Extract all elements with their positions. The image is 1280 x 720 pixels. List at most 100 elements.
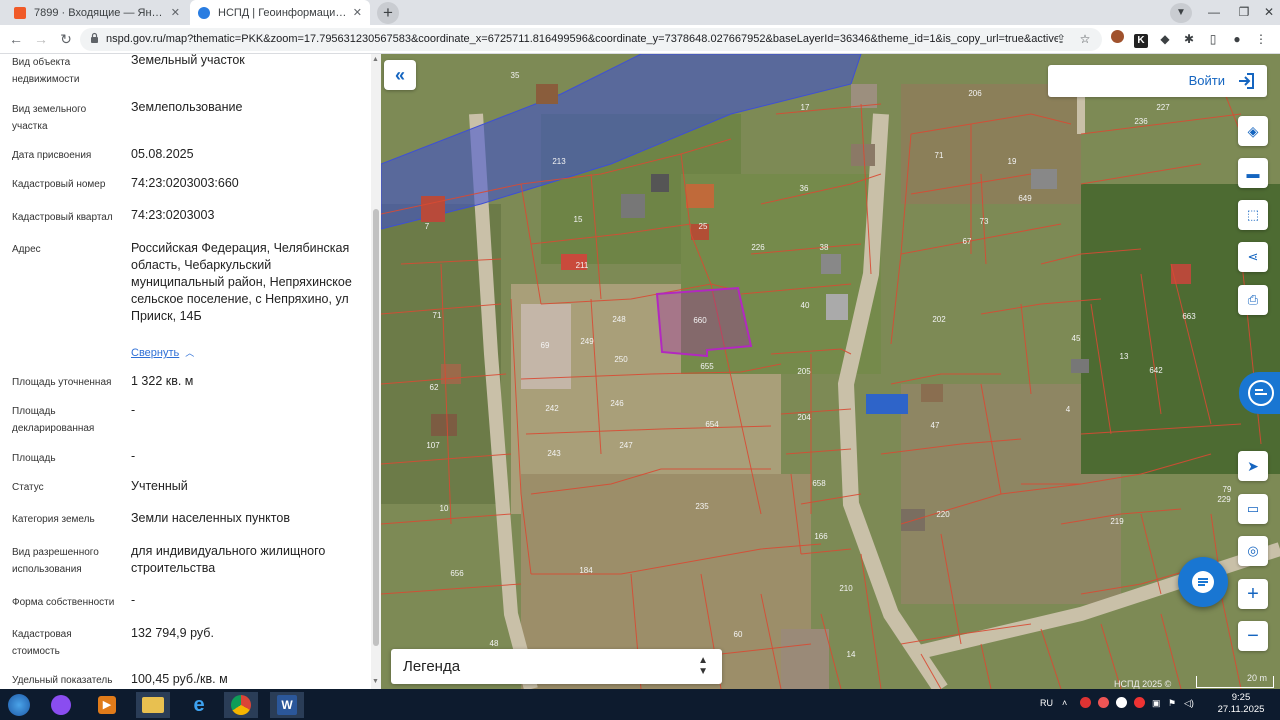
screen-mode-button[interactable]: ▭ [1238, 494, 1268, 524]
collapse-link[interactable]: Свернуть ︿ [131, 346, 194, 359]
parcel-label[interactable]: 227 [1156, 103, 1170, 112]
parcel-label[interactable]: 15 [574, 215, 583, 224]
parcel-label[interactable]: 206 [968, 89, 982, 98]
tab-search-icon[interactable]: ▼ [1170, 3, 1192, 23]
parcel-label[interactable]: 213 [552, 157, 566, 166]
panel-scrollbar[interactable]: ▲ ▼ [371, 54, 381, 689]
locate-button[interactable]: ➤ [1238, 451, 1268, 481]
parcel-label[interactable]: 249 [580, 337, 594, 346]
tray-app-icon[interactable] [1134, 697, 1145, 710]
parcel-label[interactable]: 107 [426, 441, 440, 450]
back-arrow-icon[interactable]: ← [6, 29, 26, 49]
parcel-label[interactable]: 184 [579, 566, 593, 575]
menu-dots-icon[interactable]: ⋮ [1252, 30, 1270, 48]
parcel-label[interactable]: 658 [812, 479, 826, 488]
puzzle-extensions-icon[interactable]: ✱ [1180, 30, 1198, 48]
parcel-label[interactable]: 73 [980, 217, 989, 226]
parcel-label[interactable]: 14 [847, 650, 856, 659]
forward-arrow-icon[interactable]: → [31, 29, 51, 49]
taskbar-app-chrome[interactable] [224, 692, 258, 718]
tab-nspd[interactable]: НСПД | Геоинформационный портал ✕ [190, 0, 370, 25]
taskbar-app-media[interactable]: ▶ [90, 692, 124, 718]
tray-app-icon[interactable] [1080, 697, 1091, 710]
parcel-label[interactable]: 45 [1072, 334, 1081, 343]
windows-start-button[interactable] [2, 692, 36, 718]
volume-icon[interactable]: ◁) [1184, 698, 1194, 709]
parcel-label[interactable]: 246 [610, 399, 624, 408]
parcel-label[interactable]: 210 [839, 584, 853, 593]
parcel-label[interactable]: 242 [545, 404, 559, 413]
parcel-label[interactable]: 166 [814, 532, 828, 541]
parcel-label[interactable]: 38 [820, 243, 829, 252]
parcel-label[interactable]: 71 [935, 151, 944, 160]
ruler-button[interactable]: ▬ [1238, 158, 1268, 188]
language-indicator[interactable]: RU [1040, 698, 1053, 708]
parcel-label[interactable]: 248 [612, 315, 626, 324]
selected-parcel-label[interactable]: 660 [693, 316, 707, 325]
parcel-label[interactable]: 47 [931, 421, 940, 430]
select-area-button[interactable]: ⬚ [1238, 200, 1268, 230]
parcel-label[interactable]: 7 [425, 222, 430, 231]
network-icon[interactable]: ▣ [1152, 698, 1161, 709]
parcel-label[interactable]: 654 [705, 420, 719, 429]
scroll-down-icon[interactable]: ▼ [372, 678, 379, 685]
share-button[interactable]: ⋖ [1238, 242, 1268, 272]
parcel-label[interactable]: 48 [490, 639, 499, 648]
parcel-label[interactable]: 226 [751, 243, 765, 252]
share-icon[interactable]: ⇪ [1052, 30, 1070, 48]
parcel-label[interactable]: 642 [1149, 366, 1163, 375]
parcel-label[interactable]: 236 [1134, 117, 1148, 126]
parcel-label[interactable]: 40 [801, 301, 810, 310]
parcel-label[interactable]: 60 [734, 630, 743, 639]
bookmark-star-icon[interactable]: ☆ [1076, 30, 1094, 48]
tray-app-icon[interactable] [1098, 697, 1109, 710]
parcel-label[interactable]: 79 [1223, 485, 1232, 494]
chat-button[interactable] [1178, 557, 1228, 607]
parcel-label[interactable]: 25 [699, 222, 708, 231]
k-extension-icon[interactable]: K [1132, 30, 1150, 48]
parcel-label[interactable]: 10 [440, 504, 449, 513]
tab-mail[interactable]: 7899 · Входящие — Яндекс Почта ✕ [6, 0, 188, 25]
parcel-label[interactable]: 204 [797, 413, 811, 422]
parcel-label[interactable]: 69 [541, 341, 550, 350]
profile-icon[interactable]: ● [1228, 30, 1246, 48]
print-button[interactable]: ⎙ [1238, 285, 1268, 315]
tray-arrow-icon[interactable]: ˄ [1062, 698, 1067, 708]
taskbar-app-alice[interactable] [44, 692, 78, 718]
legend-dropdown[interactable]: Легенда ▲ ▼ [391, 649, 722, 684]
side-panel-icon[interactable]: ▯ [1204, 30, 1222, 48]
taskbar-app-word[interactable]: W [270, 692, 304, 718]
scrollbar-thumb[interactable] [373, 209, 379, 646]
scroll-up-icon[interactable]: ▲ [372, 56, 379, 63]
parcel-label[interactable]: 229 [1217, 495, 1231, 504]
parcel-label[interactable]: 36 [800, 184, 809, 193]
parcel-label[interactable]: 202 [932, 315, 946, 324]
parcel-label[interactable]: 656 [450, 569, 464, 578]
assistant-side-tab[interactable] [1239, 372, 1280, 414]
taskbar-clock[interactable]: 9:25 27.11.2025 [1210, 692, 1272, 716]
parcel-label[interactable]: 219 [1110, 517, 1124, 526]
map-view[interactable]: 35 17 206 227 236 213 71 19 15 36 649 67 73 25 226 38 21… [381, 54, 1280, 689]
flag-icon[interactable]: ⚑ [1168, 698, 1176, 709]
parcel-label[interactable]: 211 [576, 261, 589, 270]
new-tab-button[interactable]: + [377, 2, 399, 24]
parcel-label[interactable]: 62 [430, 383, 439, 392]
layers-button[interactable]: ◈ [1238, 116, 1268, 146]
tray-app-icon[interactable] [1116, 697, 1127, 710]
parcel-label[interactable]: 655 [700, 362, 714, 371]
parcel-label[interactable]: 4 [1066, 405, 1071, 414]
zoom-in-button[interactable]: + [1238, 579, 1268, 609]
extension-avatar-icon[interactable] [1108, 30, 1126, 48]
reload-icon[interactable]: ↻ [56, 29, 76, 49]
taskbar-app-ie[interactable]: e [182, 692, 216, 718]
parcel-label[interactable]: 235 [695, 502, 709, 511]
parcel-label[interactable]: 649 [1018, 194, 1032, 203]
parcel-label[interactable]: 17 [801, 103, 810, 112]
close-window-icon[interactable]: ✕ [1253, 0, 1280, 25]
login-button[interactable]: Войти [1048, 65, 1267, 97]
zoom-out-button[interactable]: − [1238, 621, 1268, 651]
parcel-label[interactable]: 220 [936, 510, 950, 519]
extension-icon[interactable]: ◆ [1156, 30, 1174, 48]
parcel-label[interactable]: 205 [797, 367, 811, 376]
parcel-label[interactable]: 19 [1008, 157, 1017, 166]
